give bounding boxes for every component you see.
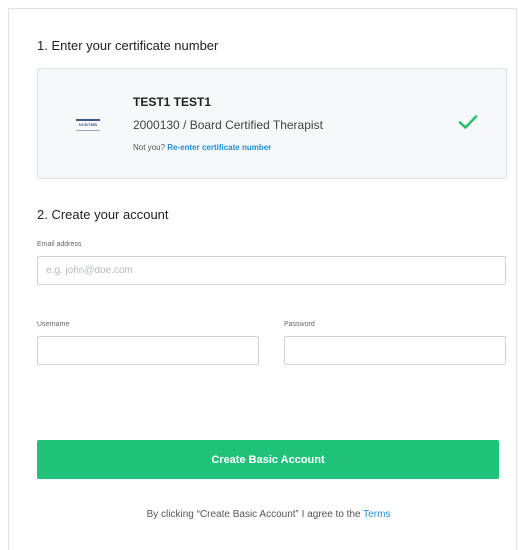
email-label: Email address [37, 241, 82, 248]
certificate-card: NCBTMB TEST1 TEST1 2000130 / Board Certi… [37, 68, 507, 179]
step2-heading: 2. Create your account [37, 207, 169, 222]
username-field[interactable] [37, 336, 259, 365]
not-you-line: Not you? Re-enter certificate number [133, 143, 271, 152]
password-field[interactable] [284, 336, 506, 365]
checkmark-icon [458, 115, 478, 129]
terms-link[interactable]: Terms [363, 509, 390, 520]
ncbtmb-logo: NCBTMB [76, 119, 100, 131]
password-label: Password [284, 321, 315, 328]
terms-notice: By clicking “Create Basic Account” I agr… [0, 509, 519, 520]
step1-heading: 1. Enter your certificate number [37, 38, 219, 53]
certificate-detail: 2000130 / Board Certified Therapist [133, 118, 323, 132]
reenter-certificate-link[interactable]: Re-enter certificate number [167, 143, 271, 152]
ncbtmb-logo-text: NCBTMB [78, 122, 98, 127]
email-field[interactable] [37, 256, 506, 285]
create-basic-account-button[interactable]: Create Basic Account [37, 440, 499, 479]
terms-notice-text: By clicking “Create Basic Account” I agr… [146, 509, 364, 520]
username-label: Username [37, 321, 70, 328]
certificate-holder-name: TEST1 TEST1 [133, 95, 212, 109]
not-you-text: Not you? [133, 143, 166, 152]
